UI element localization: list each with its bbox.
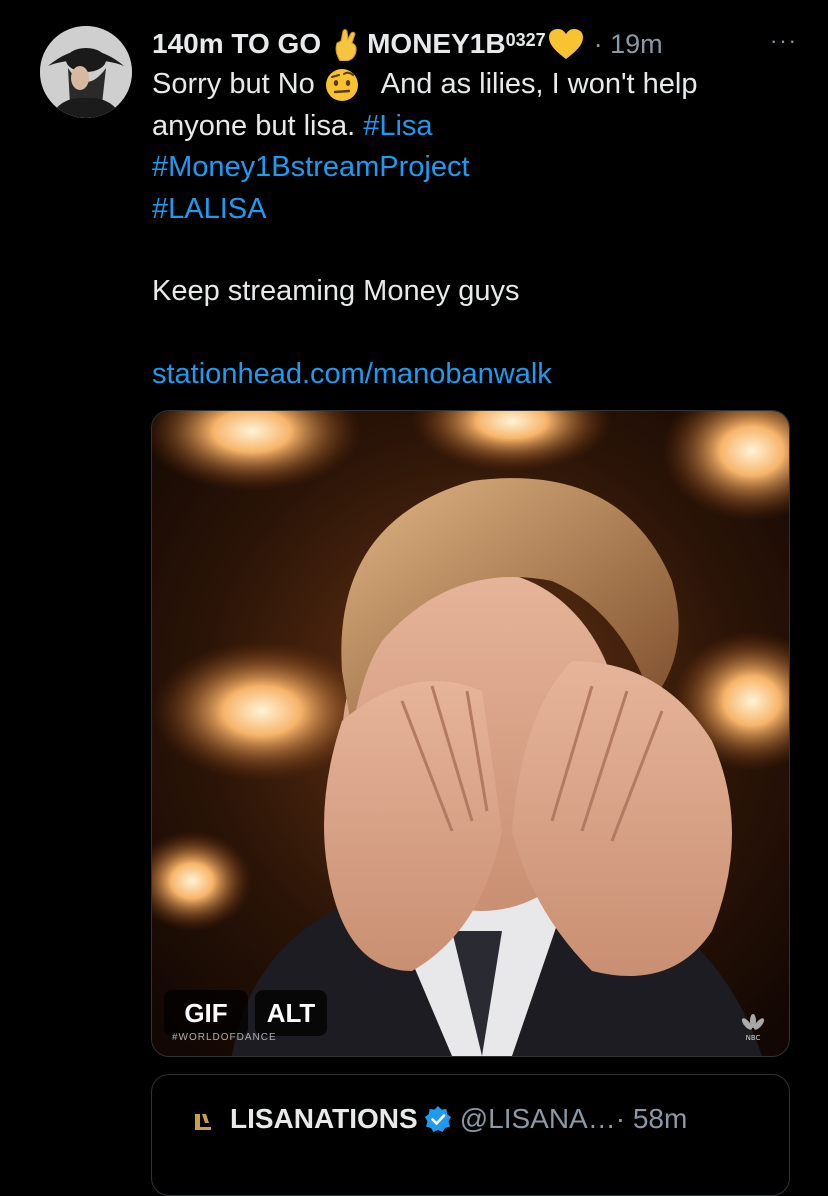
gif-badge: GIF	[164, 990, 248, 1036]
text-line: Sorry but No And as lilies, I won't help	[152, 64, 782, 106]
display-name[interactable]: 140m TO GO	[152, 28, 321, 60]
verified-badge-icon	[424, 1105, 452, 1133]
name-superscript: 0327	[505, 29, 546, 50]
url-link[interactable]: stationhead.com/manobanwalk	[152, 354, 782, 396]
timestamp[interactable]: · 19m	[594, 29, 663, 60]
yellow-heart-icon	[548, 28, 584, 60]
hashtag-link[interactable]: #Lisa	[363, 110, 432, 142]
svg-text:NBC: NBC	[746, 1034, 761, 1042]
tweet-text: Sorry but No And as lilies, I won't help …	[152, 64, 782, 395]
watermark: #WORLDOFDANCE	[172, 1032, 277, 1043]
raised-eyebrow-icon	[325, 68, 359, 102]
hashtag-link[interactable]: #Money1BstreamProject	[152, 147, 782, 189]
tweet-header: 140m TO GO MONEY1B 0327 · 19m ···	[152, 22, 798, 66]
quoted-tweet[interactable]: LISANATIONS @LISANA… · 58m	[151, 1074, 790, 1196]
hashtag-link[interactable]: #LALISA	[152, 189, 782, 231]
alt-button[interactable]: ALT	[255, 990, 327, 1036]
crossed-fingers-icon	[331, 27, 361, 62]
quote-header: LISANATIONS @LISANA… · 58m	[192, 1103, 687, 1135]
name-suffix: MONEY1B	[367, 28, 506, 59]
quote-timestamp: · 58m	[615, 1103, 688, 1134]
quote-handle: @LISANA…	[459, 1103, 616, 1134]
avatar[interactable]	[40, 26, 132, 118]
text-line: anyone but lisa. #Lisa	[152, 109, 433, 142]
text-line: Keep streaming Money guys	[152, 275, 520, 307]
gif-media[interactable]	[151, 410, 790, 1057]
quote-avatar-icon	[192, 1108, 214, 1133]
more-options-icon[interactable]: ···	[770, 28, 798, 54]
quote-display-name[interactable]: LISANATIONS	[230, 1103, 418, 1135]
nbc-logo-icon: NBC	[738, 1012, 768, 1042]
